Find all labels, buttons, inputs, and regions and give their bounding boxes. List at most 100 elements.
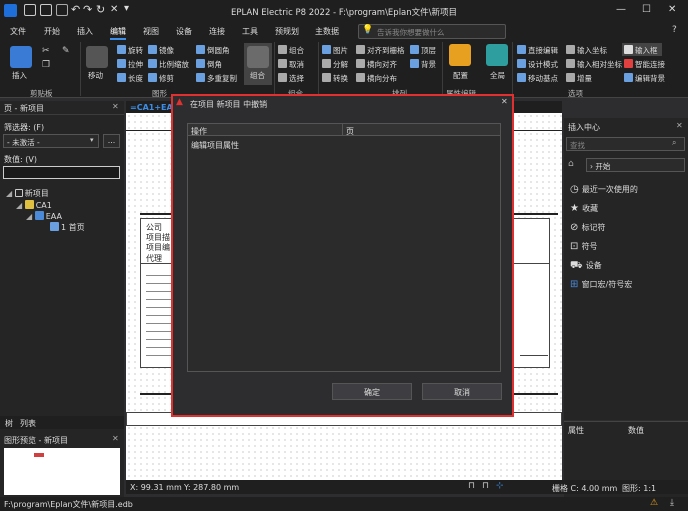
config-button[interactable]: 配置 xyxy=(453,70,468,81)
top-layer-button[interactable]: 顶层 xyxy=(410,45,436,56)
value-input[interactable] xyxy=(3,166,120,179)
input-box-button[interactable]: 输入框 xyxy=(624,45,658,56)
help-icon[interactable]: ? xyxy=(672,25,677,35)
global-button[interactable]: 全局 xyxy=(490,70,505,81)
copy-icon[interactable]: ❐ xyxy=(42,60,50,70)
tab-list[interactable]: 列表 xyxy=(20,418,36,429)
insert-center-search[interactable]: 查找 xyxy=(566,137,685,151)
panel-close-icon[interactable]: ✕ xyxy=(676,121,683,130)
dialog-title: 在项目 新项目 中撤销 xyxy=(190,100,268,109)
image-button[interactable]: 图片 xyxy=(322,45,348,56)
rotate-button[interactable]: 旋转 xyxy=(117,45,143,56)
panel-close-icon[interactable]: ✕ xyxy=(112,102,119,111)
group-big-button[interactable]: 组合 xyxy=(250,70,265,81)
maximize-button[interactable]: ☐ xyxy=(642,4,651,15)
folder-icon xyxy=(24,200,34,209)
smart-connect-button[interactable]: 智能连接 xyxy=(624,59,665,70)
input-rel-button[interactable]: 输入相对坐标 xyxy=(566,59,622,70)
menu-preplan[interactable]: 预规划 xyxy=(275,26,299,37)
search-input[interactable]: 告诉我你想要做什么 xyxy=(358,24,506,39)
edit-background-button[interactable]: 编辑背景 xyxy=(624,73,665,84)
filter-select[interactable]: - 未激活 - xyxy=(3,134,99,148)
insert-icon[interactable] xyxy=(10,46,32,68)
menu-file[interactable]: 文件 xyxy=(10,26,26,37)
h-distribute-button[interactable]: 横向分布 xyxy=(356,73,397,84)
preview-close-icon[interactable]: ✕ xyxy=(112,434,119,443)
tab-tree[interactable]: 树 xyxy=(5,418,13,429)
grid-snap-icon[interactable]: ⊹ xyxy=(496,481,504,491)
global-icon[interactable] xyxy=(486,44,508,66)
lock-icon[interactable] xyxy=(449,44,471,66)
thumb-logo xyxy=(34,453,44,457)
increment-icon xyxy=(566,73,575,82)
multi-copy-button[interactable]: 多重复制 xyxy=(196,73,237,84)
insert-item-macros[interactable]: ⊞ 窗口宏/符号宏 xyxy=(570,279,632,290)
design-mode-button[interactable]: 设计模式 xyxy=(517,59,558,70)
column-header-operation[interactable]: 操作 xyxy=(191,126,207,137)
trim-button[interactable]: 修剪 xyxy=(148,73,174,84)
image-icon xyxy=(322,45,331,54)
insert-item-devices[interactable]: ⛟ 设备 xyxy=(570,260,602,273)
menu-start[interactable]: 开始 xyxy=(44,26,60,37)
column-header-page[interactable]: 页 xyxy=(346,126,354,137)
group-button[interactable]: 组合 xyxy=(278,45,304,56)
h-align-button[interactable]: 横向对齐 xyxy=(356,59,397,70)
ortho-icon[interactable]: ⊓ xyxy=(482,481,489,491)
move-icon[interactable] xyxy=(86,46,108,68)
minimize-button[interactable]: — xyxy=(616,4,626,15)
select-button[interactable]: 选择 xyxy=(278,73,304,84)
undo-list[interactable] xyxy=(187,123,501,372)
ungroup-button[interactable]: 取消 xyxy=(278,59,304,70)
tree-item-project[interactable]: ◢ 新项目 xyxy=(6,188,49,199)
mirror-button[interactable]: 镜像 xyxy=(148,45,174,56)
tree-item-eaa[interactable]: ◢ EAA xyxy=(26,211,62,221)
snap-icon[interactable]: ⊓ xyxy=(468,481,475,491)
decompose-button[interactable]: 分解 xyxy=(322,59,348,70)
input-coord-button[interactable]: 输入坐标 xyxy=(566,45,607,56)
menu-insert[interactable]: 插入 xyxy=(77,26,93,37)
insert-item-favorites[interactable]: ★ 收藏 xyxy=(570,203,598,214)
stretch-button[interactable]: 拉伸 xyxy=(117,59,143,70)
chamfer-button[interactable]: 倒角 xyxy=(196,59,222,70)
menu-view[interactable]: 视图 xyxy=(143,26,159,37)
increment-button[interactable]: 增量 xyxy=(566,73,592,84)
filter-more-button[interactable]: … xyxy=(103,134,120,148)
search-icon[interactable]: ⌕ xyxy=(672,138,676,148)
ok-button[interactable]: 确定 xyxy=(332,383,412,400)
cancel-button[interactable]: 取消 xyxy=(422,383,502,400)
background-icon xyxy=(410,59,419,68)
menu-tools[interactable]: 工具 xyxy=(242,26,258,37)
move-base-button[interactable]: 移动基点 xyxy=(517,73,558,84)
download-icon[interactable]: ⤓ xyxy=(670,498,674,508)
close-button[interactable]: ✕ xyxy=(668,4,676,15)
menu-edit[interactable]: 编辑 xyxy=(110,26,126,40)
dialog-close-button[interactable]: ✕ xyxy=(501,97,508,106)
convert-button[interactable]: 转换 xyxy=(322,73,348,84)
menu-connect[interactable]: 连接 xyxy=(209,26,225,37)
tree-item-page1[interactable]: 1 首页 xyxy=(50,222,85,233)
insert-item-tags[interactable]: ⊘ 标记符 xyxy=(570,222,606,233)
menu-device[interactable]: 设备 xyxy=(176,26,192,37)
nav-start-select[interactable]: › 开始 xyxy=(586,158,685,172)
insert-item-recent[interactable]: ◷ 最近一次使用的 xyxy=(570,184,638,195)
cut-icon[interactable]: ✂ xyxy=(42,46,50,56)
home-icon[interactable]: ⌂ xyxy=(568,159,574,169)
preview-panel-title: 图形预览 - 新项目 xyxy=(4,436,68,445)
h-distribute-icon xyxy=(356,73,365,82)
scale-button[interactable]: 比例缩放 xyxy=(148,59,189,70)
format-icon[interactable]: ✎ xyxy=(62,46,70,56)
align-grid-button[interactable]: 对齐到栅格 xyxy=(356,45,405,56)
menu-master-data[interactable]: 主数据 xyxy=(315,26,339,37)
insert-button[interactable]: 插入 xyxy=(12,70,27,81)
length-button[interactable]: 长度 xyxy=(117,73,143,84)
move-button[interactable]: 移动 xyxy=(88,70,103,81)
background-button[interactable]: 背景 xyxy=(410,59,436,70)
tree-item-ca1[interactable]: ◢ CA1 xyxy=(16,200,52,210)
direct-edit-button[interactable]: 直接编辑 xyxy=(517,45,558,56)
insert-item-symbols[interactable]: ⊡ 符号 xyxy=(570,241,598,252)
lightbulb-icon: 💡 xyxy=(362,25,374,35)
warning-status-icon[interactable]: ⚠ xyxy=(650,498,658,508)
group-small-icon xyxy=(278,45,287,54)
round-button[interactable]: 倒圆角 xyxy=(196,45,230,56)
list-item[interactable]: 编辑项目属性 xyxy=(191,140,239,151)
